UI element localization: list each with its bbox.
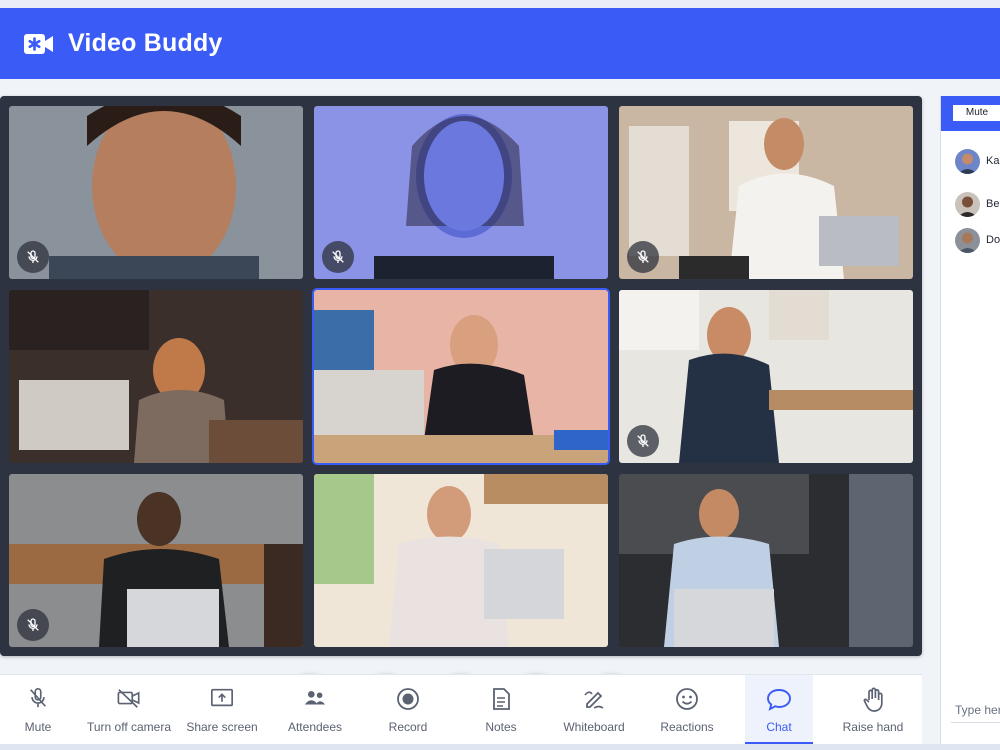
- toolbar-mute[interactable]: Mute: [0, 675, 84, 745]
- video-tile-active-speaker[interactable]: [312, 288, 610, 465]
- participant-row[interactable]: Ka: [955, 148, 999, 174]
- app-title: Video Buddy: [68, 29, 223, 57]
- hand-icon: [827, 687, 919, 712]
- participant-name: Do: [986, 234, 1000, 246]
- participants-panel: Mute Ka Be Do Type here: [940, 96, 1000, 750]
- video-tile[interactable]: [314, 474, 608, 647]
- toolbar-reactions[interactable]: Reactions: [641, 675, 733, 745]
- app-header: Video Buddy: [0, 8, 1000, 79]
- toolbar-label: Chat: [766, 720, 792, 734]
- toolbar-label: Whiteboard: [563, 720, 625, 734]
- toolbar-label: Record: [388, 720, 428, 734]
- bottom-toolbar: Mute Turn off camera Share screen Attend…: [0, 674, 922, 745]
- microphone-muted-icon: [322, 241, 354, 273]
- participant-row[interactable]: Be: [955, 191, 999, 217]
- people-icon: [269, 687, 361, 711]
- avatar: [955, 227, 980, 253]
- panel-header: Mute: [941, 96, 1000, 131]
- document-icon: [455, 687, 547, 711]
- toolbar-record[interactable]: Record: [362, 675, 454, 745]
- window-top-edge: [0, 0, 1000, 8]
- participant-name: Ka: [986, 155, 1000, 167]
- toolbar-raise-hand[interactable]: Raise hand: [827, 675, 919, 745]
- microphone-muted-icon: [17, 609, 49, 641]
- video-tile[interactable]: [314, 106, 608, 279]
- microphone-off-icon: [0, 687, 84, 711]
- toolbar-label: Reactions: [660, 720, 714, 734]
- toolbar-turn-off-camera[interactable]: Turn off camera: [83, 675, 175, 745]
- chat-bubble-icon: [745, 687, 813, 711]
- video-tile[interactable]: [9, 474, 303, 647]
- toolbar-notes[interactable]: Notes: [455, 675, 547, 745]
- input-underline: [951, 722, 1000, 723]
- toolbar-whiteboard[interactable]: Whiteboard: [548, 675, 640, 745]
- participant-name: Be: [986, 198, 1000, 210]
- avatar: [955, 191, 980, 217]
- window-bottom-edge: [0, 744, 1000, 750]
- microphone-muted-icon: [627, 425, 659, 457]
- video-grid: [0, 96, 922, 732]
- video-tile[interactable]: [619, 106, 913, 279]
- toolbar-label: Attendees: [287, 720, 343, 734]
- video-tile[interactable]: [619, 474, 913, 647]
- participant-row[interactable]: Do: [955, 227, 1000, 253]
- toolbar-label: Notes: [485, 720, 517, 734]
- camera-off-icon: [83, 687, 175, 711]
- avatar: [955, 148, 980, 174]
- microphone-muted-icon: [17, 241, 49, 273]
- mute-all-button[interactable]: Mute: [953, 105, 1000, 121]
- video-tile[interactable]: [9, 290, 303, 463]
- toolbar-share-screen[interactable]: Share screen: [176, 675, 268, 745]
- toolbar-attendees[interactable]: Attendees: [269, 675, 361, 745]
- record-icon: [362, 687, 454, 711]
- toolbar-label: Raise hand: [842, 720, 904, 734]
- smiley-icon: [641, 687, 733, 711]
- toolbar-chat[interactable]: Chat: [745, 675, 813, 745]
- video-tile[interactable]: [9, 106, 303, 279]
- pencil-draw-icon: [548, 687, 640, 711]
- toolbar-label: Turn off camera: [86, 720, 172, 734]
- toolbar-label: Mute: [24, 720, 52, 734]
- chat-input[interactable]: Type here: [955, 703, 1000, 717]
- screen-share-icon: [176, 687, 268, 711]
- video-camera-icon: [24, 31, 54, 57]
- video-tile[interactable]: [619, 290, 913, 463]
- microphone-muted-icon: [627, 241, 659, 273]
- toolbar-label: Share screen: [186, 720, 258, 734]
